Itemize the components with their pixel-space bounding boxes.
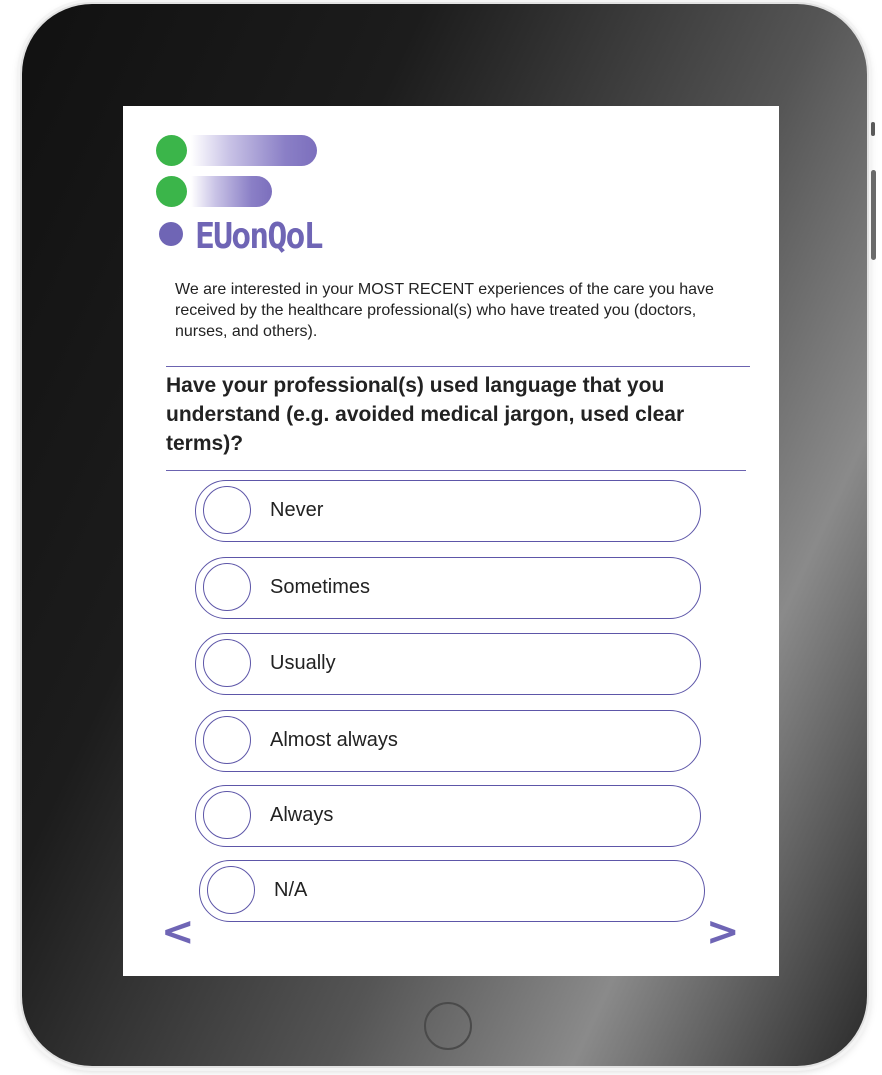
question-text: Have your professional(s) used language …	[166, 374, 685, 455]
divider-bottom	[166, 470, 746, 471]
logo-bar-long	[191, 135, 317, 166]
logo-bar-short	[191, 176, 272, 207]
option-label: Sometimes	[270, 576, 371, 598]
option-label: Almost always	[270, 729, 398, 751]
intro-text: We are interested in your MOST RECENT ex…	[175, 281, 714, 340]
home-button-icon[interactable]	[424, 1002, 472, 1050]
option-sometimes[interactable]: Sometimes	[195, 557, 701, 619]
logo-brand-text: EUonQoL	[195, 216, 324, 257]
logo-green-dot-middle	[156, 176, 187, 207]
logo-purple-dot	[159, 222, 183, 246]
radio-circle-icon[interactable]	[203, 639, 251, 687]
previous-button[interactable]: <	[161, 912, 195, 952]
radio-circle-icon[interactable]	[203, 791, 251, 839]
survey-screen: EUonQoL We are interested in your MOST R…	[123, 106, 779, 976]
option-usually[interactable]: Usually	[195, 633, 701, 695]
tablet-volume-button	[871, 170, 876, 260]
next-button[interactable]: >	[706, 912, 740, 952]
tablet-side-button	[871, 122, 875, 136]
radio-circle-icon[interactable]	[203, 563, 251, 611]
option-na[interactable]: N/A	[199, 860, 705, 922]
radio-circle-icon[interactable]	[207, 866, 255, 914]
option-always[interactable]: Always	[195, 785, 701, 847]
option-label: N/A	[274, 879, 308, 901]
option-never[interactable]: Never	[195, 480, 701, 542]
option-label: Usually	[270, 652, 336, 674]
euonqol-logo: EUonQoL	[156, 135, 361, 263]
divider-top	[166, 366, 750, 367]
option-label: Never	[270, 499, 324, 521]
option-almost-always[interactable]: Almost always	[195, 710, 701, 772]
radio-circle-icon[interactable]	[203, 716, 251, 764]
option-label: Always	[270, 804, 334, 826]
logo-green-dot-top	[156, 135, 187, 166]
radio-circle-icon[interactable]	[203, 486, 251, 534]
